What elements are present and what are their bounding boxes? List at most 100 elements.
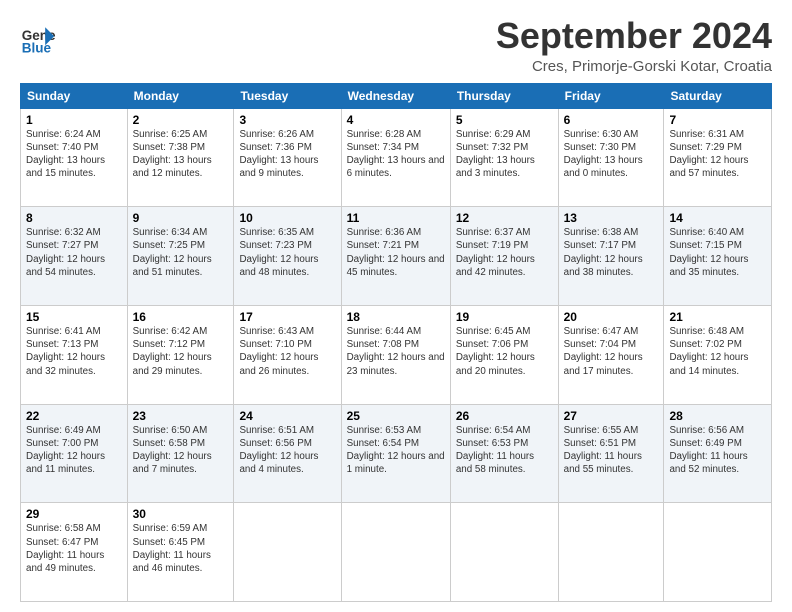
day-detail: Sunrise: 6:37 AMSunset: 7:19 PMDaylight:… bbox=[456, 227, 535, 278]
day-number: 22 bbox=[26, 409, 122, 423]
table-row: 14 Sunrise: 6:40 AMSunset: 7:15 PMDayligh… bbox=[664, 207, 772, 306]
day-number: 19 bbox=[456, 310, 553, 324]
day-detail: Sunrise: 6:32 AMSunset: 7:27 PMDaylight:… bbox=[26, 227, 105, 278]
col-sunday: Sunday bbox=[21, 83, 128, 108]
col-wednesday: Wednesday bbox=[341, 83, 450, 108]
col-tuesday: Tuesday bbox=[234, 83, 341, 108]
day-detail: Sunrise: 6:49 AMSunset: 7:00 PMDaylight:… bbox=[26, 425, 105, 476]
table-row: 5 Sunrise: 6:29 AMSunset: 7:32 PMDaylight… bbox=[450, 108, 558, 207]
day-detail: Sunrise: 6:24 AMSunset: 7:40 PMDaylight:… bbox=[26, 129, 105, 180]
table-row: 9 Sunrise: 6:34 AMSunset: 7:25 PMDaylight… bbox=[127, 207, 234, 306]
day-number: 14 bbox=[669, 211, 766, 225]
day-number: 21 bbox=[669, 310, 766, 324]
day-number: 18 bbox=[347, 310, 445, 324]
day-number: 28 bbox=[669, 409, 766, 423]
day-number: 25 bbox=[347, 409, 445, 423]
day-detail: Sunrise: 6:38 AMSunset: 7:17 PMDaylight:… bbox=[564, 227, 643, 278]
calendar-table: Sunday Monday Tuesday Wednesday Thursday… bbox=[20, 83, 772, 602]
calendar-week-row: 8 Sunrise: 6:32 AMSunset: 7:27 PMDaylight… bbox=[21, 207, 772, 306]
table-row: 1 Sunrise: 6:24 AMSunset: 7:40 PMDaylight… bbox=[21, 108, 128, 207]
day-number: 6 bbox=[564, 113, 659, 127]
day-number: 27 bbox=[564, 409, 659, 423]
day-detail: Sunrise: 6:58 AMSunset: 6:47 PMDaylight:… bbox=[26, 523, 104, 574]
day-detail: Sunrise: 6:29 AMSunset: 7:32 PMDaylight:… bbox=[456, 129, 535, 180]
day-number: 1 bbox=[26, 113, 122, 127]
day-number: 5 bbox=[456, 113, 553, 127]
table-row bbox=[234, 503, 341, 602]
day-detail: Sunrise: 6:36 AMSunset: 7:21 PMDaylight:… bbox=[347, 227, 445, 278]
day-number: 24 bbox=[239, 409, 335, 423]
day-number: 12 bbox=[456, 211, 553, 225]
table-row: 20Sunrise: 6:47 AMSunset: 7:04 PMDayligh… bbox=[558, 305, 664, 404]
logo-icon: General Blue bbox=[20, 20, 56, 56]
day-detail: Sunrise: 6:56 AMSunset: 6:49 PMDaylight:… bbox=[669, 425, 747, 476]
day-number: 7 bbox=[669, 113, 766, 127]
day-number: 29 bbox=[26, 507, 122, 521]
day-number: 16 bbox=[133, 310, 229, 324]
table-row: 7 Sunrise: 6:31 AMSunset: 7:29 PMDaylight… bbox=[664, 108, 772, 207]
day-number: 9 bbox=[133, 211, 229, 225]
day-detail: Sunrise: 6:41 AMSunset: 7:13 PMDaylight:… bbox=[26, 326, 105, 377]
day-detail: Sunrise: 6:26 AMSunset: 7:36 PMDaylight:… bbox=[239, 129, 318, 180]
table-row: 10 Sunrise: 6:35 AMSunset: 7:23 PMDayligh… bbox=[234, 207, 341, 306]
table-row: 3Sunrise: 6:26 AMSunset: 7:36 PMDaylight… bbox=[234, 108, 341, 207]
table-row: 16Sunrise: 6:42 AMSunset: 7:12 PMDayligh… bbox=[127, 305, 234, 404]
day-detail: Sunrise: 6:44 AMSunset: 7:08 PMDaylight:… bbox=[347, 326, 445, 377]
day-number: 10 bbox=[239, 211, 335, 225]
table-row: 13 Sunrise: 6:38 AMSunset: 7:17 PMDayligh… bbox=[558, 207, 664, 306]
day-number: 13 bbox=[564, 211, 659, 225]
table-row: 27 Sunrise: 6:55 AMSunset: 6:51 PMDayligh… bbox=[558, 404, 664, 503]
day-number: 23 bbox=[133, 409, 229, 423]
day-detail: Sunrise: 6:35 AMSunset: 7:23 PMDaylight:… bbox=[239, 227, 318, 278]
day-number: 17 bbox=[239, 310, 335, 324]
main-title: September 2024 bbox=[496, 16, 772, 56]
day-number: 30 bbox=[133, 507, 229, 521]
day-detail: Sunrise: 6:55 AMSunset: 6:51 PMDaylight:… bbox=[564, 425, 642, 476]
table-row: 4Sunrise: 6:28 AMSunset: 7:34 PMDaylight… bbox=[341, 108, 450, 207]
table-row: 25 Sunrise: 6:53 AMSunset: 6:54 PMDayligh… bbox=[341, 404, 450, 503]
day-detail: Sunrise: 6:51 AMSunset: 6:56 PMDaylight:… bbox=[239, 425, 318, 476]
day-detail: Sunrise: 6:45 AMSunset: 7:06 PMDaylight:… bbox=[456, 326, 535, 377]
day-detail: Sunrise: 6:25 AMSunset: 7:38 PMDaylight:… bbox=[133, 129, 212, 180]
table-row bbox=[450, 503, 558, 602]
table-row bbox=[341, 503, 450, 602]
table-row: 17 Sunrise: 6:43 AMSunset: 7:10 PMDayligh… bbox=[234, 305, 341, 404]
col-friday: Friday bbox=[558, 83, 664, 108]
day-number: 2 bbox=[133, 113, 229, 127]
table-row: 6 Sunrise: 6:30 AMSunset: 7:30 PMDaylight… bbox=[558, 108, 664, 207]
table-row: 22 Sunrise: 6:49 AMSunset: 7:00 PMDayligh… bbox=[21, 404, 128, 503]
day-detail: Sunrise: 6:28 AMSunset: 7:34 PMDaylight:… bbox=[347, 129, 445, 180]
col-saturday: Saturday bbox=[664, 83, 772, 108]
day-number: 15 bbox=[26, 310, 122, 324]
day-detail: Sunrise: 6:31 AMSunset: 7:29 PMDaylight:… bbox=[669, 129, 748, 180]
table-row: 30 Sunrise: 6:59 AMSunset: 6:45 PMDayligh… bbox=[127, 503, 234, 602]
logo: General Blue bbox=[20, 20, 60, 56]
table-row: 21 Sunrise: 6:48 AMSunset: 7:02 PMDayligh… bbox=[664, 305, 772, 404]
calendar-header-row: Sunday Monday Tuesday Wednesday Thursday… bbox=[21, 83, 772, 108]
table-row: 18 Sunrise: 6:44 AMSunset: 7:08 PMDayligh… bbox=[341, 305, 450, 404]
calendar-week-row: 29 Sunrise: 6:58 AMSunset: 6:47 PMDayligh… bbox=[21, 503, 772, 602]
table-row: 24 Sunrise: 6:51 AMSunset: 6:56 PMDayligh… bbox=[234, 404, 341, 503]
table-row: 29 Sunrise: 6:58 AMSunset: 6:47 PMDayligh… bbox=[21, 503, 128, 602]
table-row: 12 Sunrise: 6:37 AMSunset: 7:19 PMDayligh… bbox=[450, 207, 558, 306]
day-number: 8 bbox=[26, 211, 122, 225]
day-detail: Sunrise: 6:59 AMSunset: 6:45 PMDaylight:… bbox=[133, 523, 211, 574]
day-number: 11 bbox=[347, 211, 445, 225]
day-detail: Sunrise: 6:48 AMSunset: 7:02 PMDaylight:… bbox=[669, 326, 748, 377]
day-detail: Sunrise: 6:30 AMSunset: 7:30 PMDaylight:… bbox=[564, 129, 643, 180]
day-number: 20 bbox=[564, 310, 659, 324]
col-thursday: Thursday bbox=[450, 83, 558, 108]
title-block: September 2024 Cres, Primorje-Gorski Kot… bbox=[496, 16, 772, 75]
day-detail: Sunrise: 6:53 AMSunset: 6:54 PMDaylight:… bbox=[347, 425, 445, 476]
calendar-week-row: 22 Sunrise: 6:49 AMSunset: 7:00 PMDayligh… bbox=[21, 404, 772, 503]
table-row bbox=[664, 503, 772, 602]
day-detail: Sunrise: 6:50 AMSunset: 6:58 PMDaylight:… bbox=[133, 425, 212, 476]
day-detail: Sunrise: 6:34 AMSunset: 7:25 PMDaylight:… bbox=[133, 227, 212, 278]
page: General Blue September 2024 Cres, Primor… bbox=[0, 0, 792, 612]
table-row bbox=[558, 503, 664, 602]
table-row: 26Sunrise: 6:54 AMSunset: 6:53 PMDayligh… bbox=[450, 404, 558, 503]
day-number: 26 bbox=[456, 409, 553, 423]
day-detail: Sunrise: 6:40 AMSunset: 7:15 PMDaylight:… bbox=[669, 227, 748, 278]
col-monday: Monday bbox=[127, 83, 234, 108]
day-detail: Sunrise: 6:43 AMSunset: 7:10 PMDaylight:… bbox=[239, 326, 318, 377]
